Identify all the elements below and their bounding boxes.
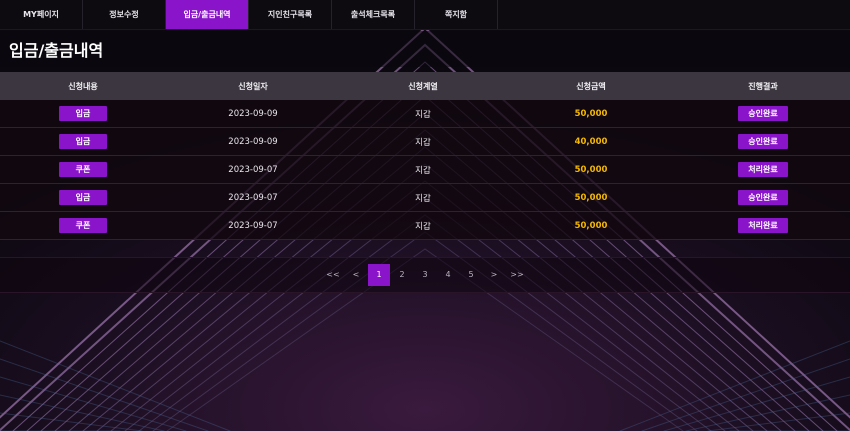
type-badge: 쿠폰 [59,162,107,177]
amount-cell: 50,000 [574,164,608,175]
header-request-date: 신청일자 [238,81,268,91]
amount-cell: 40,000 [574,136,608,147]
tab-my-page[interactable]: MY페이지 [0,0,83,29]
page-title: 입금/출금내역 [9,41,104,60]
tab-deposit-withdraw-history[interactable]: 입금/출금내역 [166,0,249,29]
type-badge: 입금 [59,134,107,149]
wallet-cell: 지갑 [415,193,431,204]
page-button-2[interactable]: 2 [391,264,413,286]
amount-cell: 50,000 [574,108,608,119]
header-request-amount: 신청금액 [576,81,606,91]
tab-edit-info[interactable]: 정보수정 [83,0,166,29]
title-bar: 입금/출금내역 [0,31,850,67]
table-header: 신청내용 신청일자 신청계열 신청금액 진행결과 [0,72,850,100]
status-cell: 처리완료 [676,162,850,177]
page-button-5[interactable]: 5 [460,264,482,286]
date-cell: 2023-09-09 [228,136,278,147]
wallet-cell: 지갑 [415,137,431,148]
wallet-cell: 지갑 [415,109,431,120]
wallet-cell: 지갑 [415,165,431,176]
table-row: 쿠폰 2023-09-07 지갑 50,000 처리완료 [0,212,850,240]
date-cell: 2023-09-09 [228,108,278,119]
page-button-4[interactable]: 4 [437,264,459,286]
type-cell: 쿠폰 [0,162,166,177]
type-cell: 쿠폰 [0,218,166,233]
page-button-1[interactable]: 1 [368,264,390,286]
table-row: 입금 2023-09-09 지갑 40,000 승인완료 [0,128,850,156]
status-cell: 승인완료 [676,190,850,205]
status-cell: 승인완료 [676,106,850,121]
tab-attendance-list[interactable]: 출석체크목록 [332,0,415,29]
header-request-account: 신청계열 [408,81,438,91]
first-page-button[interactable]: << [322,264,344,286]
status-cell: 처리완료 [676,218,850,233]
last-page-button[interactable]: >> [506,264,528,286]
type-badge: 쿠폰 [59,218,107,233]
tab-messages[interactable]: 쪽지함 [415,0,498,29]
status-badge: 승인완료 [738,106,788,121]
pagination: << < 1 2 3 4 5 > >> [0,257,850,293]
status-badge: 처리완료 [738,218,788,233]
table-row: 쿠폰 2023-09-07 지갑 50,000 처리완료 [0,156,850,184]
type-cell: 입금 [0,190,166,205]
next-page-button[interactable]: > [483,264,505,286]
top-nav: MY페이지 정보수정 입금/출금내역 지인친구목록 출석체크목록 쪽지함 [0,0,850,30]
history-table: 신청내용 신청일자 신청계열 신청금액 진행결과 입금 2023-09-09 지… [0,72,850,240]
status-cell: 승인완료 [676,134,850,149]
type-cell: 입금 [0,106,166,121]
table-row: 입금 2023-09-09 지갑 50,000 승인완료 [0,100,850,128]
tab-friend-list[interactable]: 지인친구목록 [249,0,332,29]
type-badge: 입금 [59,106,107,121]
prev-page-button[interactable]: < [345,264,367,286]
status-badge: 승인완료 [738,134,788,149]
amount-cell: 50,000 [574,192,608,203]
date-cell: 2023-09-07 [228,164,278,175]
type-cell: 입금 [0,134,166,149]
status-badge: 처리완료 [738,162,788,177]
page-button-3[interactable]: 3 [414,264,436,286]
date-cell: 2023-09-07 [228,220,278,231]
date-cell: 2023-09-07 [228,192,278,203]
header-request-type: 신청내용 [68,81,98,91]
type-badge: 입금 [59,190,107,205]
header-result: 진행결과 [748,81,778,91]
wallet-cell: 지갑 [415,221,431,232]
amount-cell: 50,000 [574,220,608,231]
status-badge: 승인완료 [738,190,788,205]
table-row: 입금 2023-09-07 지갑 50,000 승인완료 [0,184,850,212]
